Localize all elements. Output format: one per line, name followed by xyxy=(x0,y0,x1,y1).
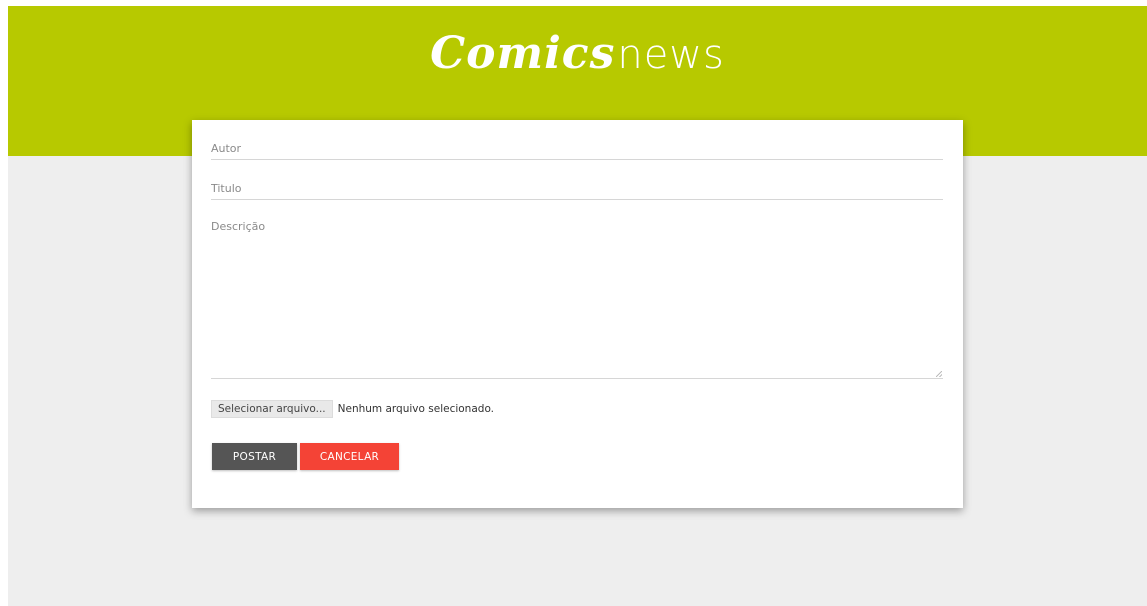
page-frame: Comicsnews Selecionar arquivo... Nenhum … xyxy=(8,6,1147,606)
descricao-textarea[interactable] xyxy=(211,220,943,374)
autor-field-wrapper xyxy=(211,142,943,160)
postar-button[interactable]: POSTAR xyxy=(212,443,297,470)
site-logo: Comicsnews xyxy=(8,28,1147,79)
post-form-card: Selecionar arquivo... Nenhum arquivo sel… xyxy=(192,120,963,508)
titulo-input[interactable] xyxy=(211,182,943,195)
resize-grip-icon[interactable] xyxy=(936,371,942,377)
file-upload-row: Selecionar arquivo... Nenhum arquivo sel… xyxy=(211,400,494,418)
titulo-field-wrapper xyxy=(211,182,943,200)
autor-input[interactable] xyxy=(211,142,943,155)
cancelar-button[interactable]: CANCELAR xyxy=(300,443,399,470)
file-select-button[interactable]: Selecionar arquivo... xyxy=(211,400,333,418)
file-status-text: Nenhum arquivo selecionado. xyxy=(337,403,495,415)
logo-light-text: news xyxy=(617,32,725,78)
descricao-field-wrapper xyxy=(211,220,943,379)
logo-bold-text: Comics xyxy=(430,28,616,79)
